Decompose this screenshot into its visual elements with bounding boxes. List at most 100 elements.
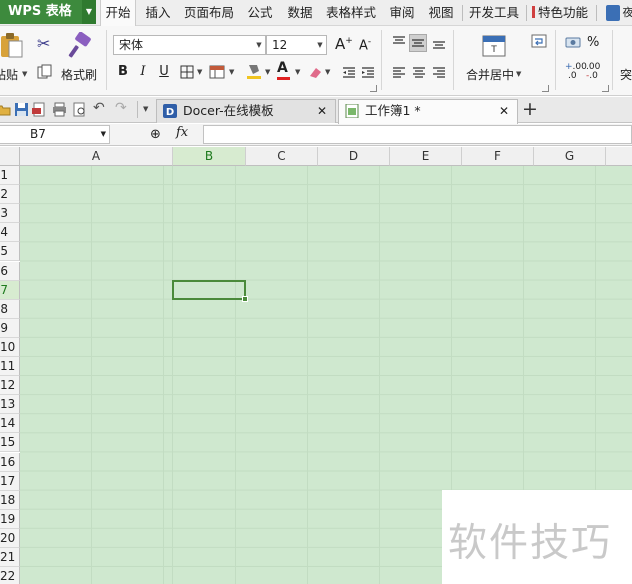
row-header[interactable]: 9 <box>0 318 20 338</box>
clear-format-icon[interactable] <box>307 64 323 80</box>
paste-label[interactable]: 粘贴 <box>0 66 18 83</box>
row-header[interactable]: 4 <box>0 223 20 243</box>
menu-view[interactable]: 视图 <box>425 0 457 26</box>
number-group-launcher-icon[interactable] <box>602 85 609 92</box>
align-top-icon[interactable] <box>392 35 406 49</box>
chevron-down-icon[interactable]: ▼ <box>82 0 96 24</box>
clear-format-dropdown-icon[interactable]: ▼ <box>325 68 330 76</box>
font-size-select[interactable]: 12 ▼ <box>266 35 327 55</box>
redo-icon[interactable]: ↷ <box>115 100 130 116</box>
borders-icon[interactable] <box>180 65 194 79</box>
menu-special-features[interactable]: 特色功能 <box>530 0 590 26</box>
format-painter-icon[interactable] <box>66 32 94 60</box>
increase-decimal-button[interactable]: +.00.0 <box>565 63 587 81</box>
column-header-d[interactable]: D <box>318 147 390 166</box>
font-name-select[interactable]: 宋体 ▼ <box>113 35 266 55</box>
row-header[interactable]: 21 <box>0 548 20 568</box>
row-header[interactable]: 5 <box>0 242 20 262</box>
row-header[interactable]: 10 <box>0 337 20 357</box>
menu-home[interactable]: 开始 <box>100 0 136 27</box>
export-pdf-icon[interactable] <box>32 102 47 117</box>
column-header-b[interactable]: B <box>173 147 246 166</box>
formula-input[interactable] <box>203 125 632 144</box>
close-icon[interactable]: ✕ <box>317 100 327 122</box>
undo-icon[interactable]: ↶ <box>93 100 108 116</box>
alignment-group-launcher-icon[interactable] <box>542 85 549 92</box>
row-header[interactable]: 2 <box>0 185 20 205</box>
borders-dropdown-icon[interactable]: ▼ <box>197 68 202 76</box>
align-middle-button[interactable] <box>409 34 427 52</box>
percent-button[interactable]: % <box>587 35 599 50</box>
font-color-dropdown-icon[interactable]: ▼ <box>295 68 300 76</box>
wps-app-button[interactable]: WPS 表格 ▼ <box>0 0 96 24</box>
copy-icon[interactable] <box>37 64 53 80</box>
save-icon[interactable] <box>14 102 29 117</box>
row-header[interactable]: 15 <box>0 433 20 453</box>
wrap-text-icon[interactable] <box>531 34 547 48</box>
cut-icon[interactable]: ✂ <box>37 34 50 53</box>
menu-data[interactable]: 数据 <box>284 0 316 26</box>
paste-dropdown-icon[interactable]: ▼ <box>22 70 27 78</box>
print-icon[interactable] <box>52 102 67 117</box>
column-header-a[interactable]: A <box>20 147 173 166</box>
select-all-corner[interactable] <box>0 147 20 166</box>
currency-format-icon[interactable] <box>565 36 581 50</box>
tab-docer-templates[interactable]: D Docer-在线模板 ✕ <box>156 99 336 123</box>
row-header[interactable]: 13 <box>0 395 20 415</box>
row-header[interactable]: 19 <box>0 509 20 529</box>
close-icon[interactable]: ✕ <box>499 100 509 122</box>
shrink-font-button[interactable]: A- <box>359 37 371 53</box>
menu-page-layout[interactable]: 页面布局 <box>181 0 237 26</box>
merge-center-dropdown-icon[interactable]: ▼ <box>516 70 521 78</box>
paste-icon[interactable] <box>0 32 24 58</box>
column-header-g[interactable]: G <box>534 147 606 166</box>
merge-center-icon[interactable]: T <box>482 35 506 57</box>
row-header[interactable]: 8 <box>0 299 20 319</box>
row-header[interactable]: 20 <box>0 528 20 548</box>
row-header[interactable]: 3 <box>0 204 20 224</box>
align-right-icon[interactable] <box>432 66 446 80</box>
night-mode-icon[interactable] <box>606 5 620 21</box>
font-group-launcher-icon[interactable] <box>370 85 377 92</box>
grow-font-button[interactable]: A+ <box>335 35 353 53</box>
folder-open-icon[interactable] <box>0 102 11 117</box>
chevron-down-icon[interactable]: ▼ <box>101 126 106 143</box>
menu-formulas[interactable]: 公式 <box>244 0 276 26</box>
font-color-icon[interactable]: A <box>277 61 290 80</box>
indent-increase-icon[interactable] <box>361 66 375 80</box>
row-header[interactable]: 18 <box>0 490 20 510</box>
quick-access-dropdown-icon[interactable]: ▼ <box>143 105 148 113</box>
fill-color-icon[interactable] <box>245 62 263 80</box>
conditional-format-partial[interactable]: 突 <box>620 66 632 83</box>
row-header[interactable]: 1 <box>0 166 20 186</box>
row-header[interactable]: 22 <box>0 567 20 584</box>
column-header-h-partial[interactable] <box>606 147 632 166</box>
fill-color-dropdown-icon[interactable]: ▼ <box>265 68 270 76</box>
row-header[interactable]: 11 <box>0 357 20 377</box>
align-center-icon[interactable] <box>412 66 426 80</box>
underline-button[interactable]: U <box>155 63 173 81</box>
align-bottom-icon[interactable] <box>432 36 446 50</box>
bold-button[interactable]: B <box>114 63 132 81</box>
zoom-search-icon[interactable]: ⊕ <box>150 127 161 142</box>
row-header[interactable]: 7 <box>0 280 20 300</box>
row-header[interactable]: 12 <box>0 376 20 396</box>
menu-insert[interactable]: 插入 <box>142 0 174 26</box>
insert-function-button[interactable]: fx <box>176 125 188 140</box>
merge-center-label[interactable]: 合并居中 <box>466 66 514 83</box>
active-cell-b7[interactable] <box>172 280 246 300</box>
format-painter-label[interactable]: 格式刷 <box>61 66 97 83</box>
menu-night-mode-partial[interactable]: 夜 <box>622 0 632 26</box>
name-box[interactable]: B7 ▼ <box>0 125 110 144</box>
print-preview-icon[interactable] <box>72 102 87 117</box>
column-header-e[interactable]: E <box>390 147 462 166</box>
row-header[interactable]: 17 <box>0 471 20 491</box>
fill-handle[interactable] <box>242 296 248 302</box>
align-left-icon[interactable] <box>392 66 406 80</box>
menu-review[interactable]: 审阅 <box>386 0 418 26</box>
new-tab-button[interactable]: + <box>520 98 540 120</box>
column-header-f[interactable]: F <box>462 147 534 166</box>
cell-style-icon[interactable] <box>209 65 225 79</box>
menu-table-style[interactable]: 表格样式 <box>323 0 379 26</box>
tab-workbook1[interactable]: 工作簿1 * ✕ <box>338 99 518 124</box>
